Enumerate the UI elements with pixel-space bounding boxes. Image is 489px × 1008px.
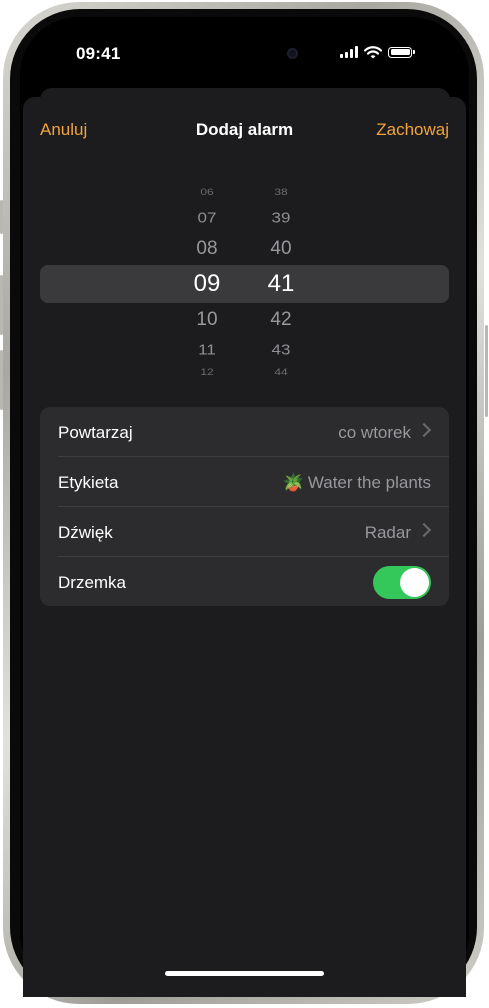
label-label: Etykieta	[58, 473, 119, 492]
minute-option[interactable]: 44	[251, 368, 311, 377]
side-button-left-1	[0, 200, 3, 234]
repeat-row[interactable]: Powtarzaj co wtorek	[40, 407, 449, 457]
hour-option[interactable]: 08	[177, 239, 237, 258]
potted-plant-icon: 🪴	[282, 473, 304, 492]
hour-option[interactable]: 06	[177, 188, 237, 197]
sound-row[interactable]: Dźwięk Radar	[40, 507, 449, 557]
chevron-right-icon	[416, 522, 432, 538]
status-icons	[340, 44, 415, 60]
minute-option[interactable]: 42	[251, 310, 311, 329]
minute-option[interactable]: 39	[251, 210, 311, 225]
hour-option[interactable]: 11	[177, 342, 237, 357]
minute-selected[interactable]: 41	[251, 272, 311, 296]
snooze-label: Drzemka	[58, 573, 127, 592]
alarm-settings-list: Powtarzaj co wtorek Etykieta 🪴 Water the …	[40, 407, 449, 606]
cellular-signal-icon	[340, 46, 358, 58]
save-button[interactable]: Zachowaj	[376, 120, 449, 140]
sound-value: Radar	[364, 523, 411, 542]
repeat-value: co wtorek	[338, 423, 411, 442]
minute-option[interactable]: 38	[251, 188, 311, 197]
picker-selection-highlight	[40, 265, 449, 303]
battery-icon	[388, 46, 415, 58]
hour-option[interactable]: 12	[177, 368, 237, 377]
minute-option[interactable]: 40	[251, 239, 311, 258]
snooze-row: Drzemka	[40, 557, 449, 606]
camera-icon	[287, 48, 298, 59]
label-value[interactable]: 🪴 Water the plants	[283, 473, 431, 493]
hour-option[interactable]: 07	[177, 210, 237, 225]
label-row[interactable]: Etykieta 🪴 Water the plants	[40, 457, 449, 507]
chevron-right-icon	[416, 422, 432, 438]
minute-wheel[interactable]: 38 39 40 41 42 43 44	[251, 176, 311, 386]
hour-wheel[interactable]: 06 07 08 09 10 11 12	[177, 176, 237, 386]
sound-label: Dźwięk	[58, 523, 113, 542]
toggle-knob	[400, 568, 429, 597]
side-button-left-3	[0, 350, 3, 410]
repeat-label: Powtarzaj	[58, 423, 133, 442]
hour-option[interactable]: 10	[177, 310, 237, 329]
snooze-toggle[interactable]	[373, 566, 431, 599]
side-button-right	[485, 325, 488, 417]
wifi-icon	[364, 45, 382, 58]
hour-selected[interactable]: 09	[177, 272, 237, 296]
minute-option[interactable]: 43	[251, 342, 311, 357]
side-button-left-2	[0, 275, 3, 335]
home-indicator[interactable]	[165, 971, 324, 976]
label-text: Water the plants	[307, 473, 431, 492]
status-time: 09:41	[76, 44, 121, 63]
